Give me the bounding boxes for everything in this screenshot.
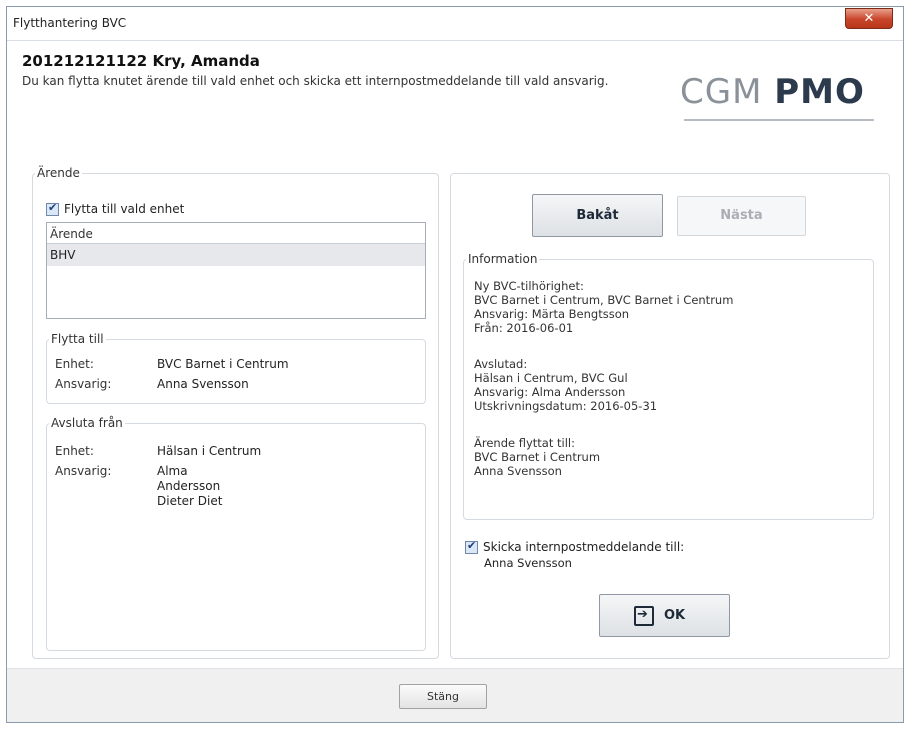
- dialog-description: Du kan flytta knutet ärende till vald en…: [22, 74, 609, 88]
- logo-underline: [684, 119, 874, 121]
- info-line: Hälsan i Centrum, BVC Gul: [474, 371, 628, 385]
- info-line: BVC Barnet i Centrum: [474, 450, 601, 464]
- close-window-button[interactable]: ✕: [845, 8, 893, 29]
- arrow-in-box-icon: [634, 606, 654, 626]
- logo-text-pmo: PMO: [774, 72, 865, 112]
- info-line: Ansvarig: Alma Andersson: [474, 385, 626, 399]
- flytta-till-legend: Flytta till: [51, 332, 104, 346]
- info-line: Ärende flyttat till:: [474, 436, 575, 450]
- info-block-arende-flyttat: Ärende flyttat till: BVC Barnet i Centru…: [474, 436, 600, 478]
- list-item[interactable]: BHV: [47, 244, 425, 266]
- window-title: Flytthantering BVC: [13, 16, 127, 30]
- info-line: Ny BVC-tilhörighet:: [474, 279, 584, 293]
- back-button[interactable]: Bakåt: [532, 194, 663, 237]
- arende-list[interactable]: Ärende BHV: [46, 222, 426, 319]
- avsluta-fran-resp-label: Ansvarig:: [55, 464, 112, 478]
- avsluta-fran-resp-line: Dieter Diet: [157, 494, 223, 508]
- avsluta-fran-resp-line: Andersson: [157, 479, 221, 493]
- avsluta-fran-unit-label: Enhet:: [55, 444, 94, 458]
- internpost-recipient: Anna Svensson: [484, 556, 572, 570]
- info-line: Från: 2016-06-01: [474, 321, 574, 335]
- cgm-pmo-logo: CGM PMO: [680, 72, 865, 112]
- flytta-till-resp-label: Ansvarig:: [55, 377, 112, 391]
- arende-list-header[interactable]: Ärende: [47, 223, 425, 244]
- send-internpost-checkbox[interactable]: [465, 539, 478, 554]
- info-line: Utskrivningsdatum: 2016-05-31: [474, 399, 658, 413]
- close-dialog-button[interactable]: Stäng: [399, 684, 487, 709]
- move-to-unit-label: Flytta till vald enhet: [64, 202, 185, 216]
- avsluta-fran-unit-value: Hälsan i Centrum: [157, 444, 262, 458]
- info-block-avslutad: Avslutad: Hälsan i Centrum, BVC Gul Ansv…: [474, 357, 657, 413]
- flytta-till-resp-value: Anna Svensson: [157, 377, 249, 391]
- flytta-till-unit-value: BVC Barnet i Centrum: [157, 357, 289, 371]
- ok-button[interactable]: OK: [599, 594, 730, 637]
- information-legend: Information: [468, 252, 538, 266]
- title-bar: Flytthantering BVC ✕: [7, 7, 903, 41]
- info-line: Ansvarig: Märta Bengtsson: [474, 307, 630, 321]
- send-internpost-label: Skicka internpostmeddelande till:: [483, 540, 685, 554]
- ok-label: OK: [664, 608, 686, 623]
- next-button[interactable]: Nästa: [677, 196, 806, 236]
- info-block-new-bvc: Ny BVC-tilhörighet: BVC Barnet i Centrum…: [474, 279, 733, 335]
- avsluta-fran-legend: Avsluta från: [51, 416, 123, 430]
- close-icon: ✕: [863, 11, 875, 26]
- info-line: BVC Barnet i Centrum, BVC Barnet i Centr…: [474, 293, 734, 307]
- avsluta-fran-resp-line: Alma: [157, 464, 188, 478]
- flytta-till-unit-label: Enhet:: [55, 357, 94, 371]
- patient-title: 201212121122 Kry, Amanda: [22, 52, 260, 70]
- arende-legend: Ärende: [37, 166, 80, 180]
- logo-text-cgm: CGM: [680, 72, 775, 112]
- info-line: Avslutad:: [474, 357, 528, 371]
- info-line: Anna Svensson: [474, 464, 562, 478]
- move-to-unit-checkbox[interactable]: [46, 201, 59, 216]
